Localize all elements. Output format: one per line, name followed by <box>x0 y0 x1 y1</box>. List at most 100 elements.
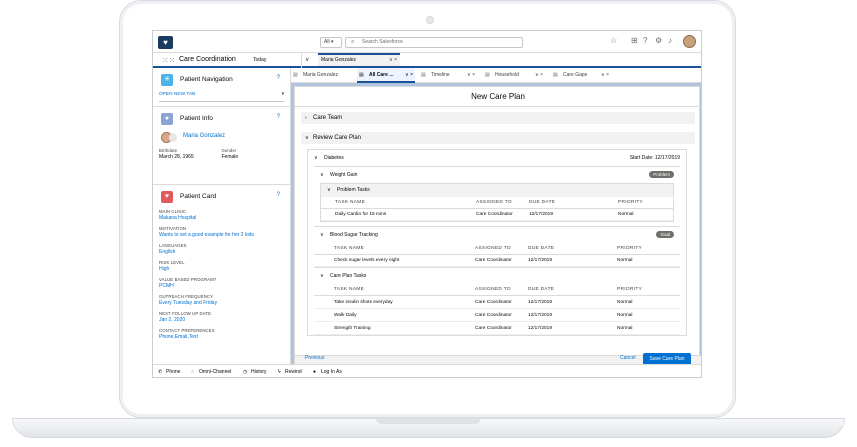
table-row[interactable]: Strength Training Care Coordinator 12/17… <box>314 322 680 335</box>
column-header: ASSIGNED TO <box>475 287 511 292</box>
section-review-care-plan[interactable]: ∨ Review Care Plan <box>301 132 695 144</box>
patient-photo-secondary <box>169 133 177 142</box>
card-title: Patient Navigation <box>180 76 233 83</box>
field-value-based-program: VALUE BASED PROGRAM? PCMH <box>159 277 284 289</box>
cancel-button[interactable]: Cancel <box>620 355 636 361</box>
nav-item-today[interactable]: Today <box>253 57 266 63</box>
close-icon[interactable]: ∨ × <box>389 55 397 66</box>
org-logo[interactable]: ♥ <box>158 36 173 49</box>
subtab-maria-gonzalez[interactable]: ▤ Maria Gonzalez <box>291 68 355 83</box>
cell-due-date: 12/17/2019 <box>528 326 553 331</box>
field-motivation: MOTIVATION Wants to set a good example f… <box>159 226 284 238</box>
field-value[interactable]: Makana Hospital <box>159 215 284 221</box>
field-value[interactable]: Jan 2, 2020 <box>159 317 284 323</box>
subtab-label: Timeline <box>431 72 450 78</box>
utility-bar: ✆ Phone ○ Omni-Channel ◷ History ϟ Rewin… <box>153 364 701 377</box>
field-contact-preferences: CONTACT PREFERENCES Phone,Email,Text <box>159 328 284 340</box>
table-row[interactable]: Check sugar levels every night Care Coor… <box>314 255 680 267</box>
table-row[interactable]: Take insulin shots everyday Care Coordin… <box>314 296 680 309</box>
diabetes-header[interactable]: ∨ Diabetes Start Date: 12/17/2019 <box>308 150 686 166</box>
field-value[interactable]: High <box>159 266 284 272</box>
status-badge: Problem <box>649 171 674 178</box>
modal-title: New Care Plan <box>295 87 701 107</box>
blood-sugar-header[interactable]: ∨ Blood Sugar Tracking Goal <box>314 227 680 243</box>
field-value[interactable]: Phone,Email,Text <box>159 334 284 340</box>
help-icon[interactable]: ? <box>643 36 647 45</box>
search-icon: ⌕ <box>351 39 355 45</box>
care-plan-tasks-header[interactable]: ∨ Care Plan Tasks <box>314 268 680 284</box>
field-label: MAIN CLINIC <box>159 209 187 214</box>
problem-diabetes: ∨ Diabetes Start Date: 12/17/2019 ∨ Weig… <box>307 149 687 336</box>
subtab-care-gaps[interactable]: ▤ Care Gaps ∨ × <box>551 68 611 83</box>
camera-dot <box>426 16 434 24</box>
column-header: PRIORITY <box>618 200 644 205</box>
bell-icon[interactable]: ♪ <box>668 36 672 45</box>
cell-assigned-to: Care Coordinator <box>476 212 513 217</box>
previous-button[interactable]: Previous <box>305 355 324 361</box>
weight-gain-header[interactable]: ∨ Weight Gain Problem <box>314 167 680 183</box>
add-icon[interactable]: ⊞ <box>631 36 638 45</box>
section-care-team[interactable]: › Care Team <box>301 112 695 124</box>
help-icon[interactable]: ? <box>277 192 280 198</box>
record-icon: ▤ <box>293 72 298 78</box>
field-value[interactable]: PCMH <box>159 283 284 289</box>
chevron-down-icon: ∨ <box>320 172 324 178</box>
patient-info-card: ● Patient Info ? Maria Gonzalez Birthdat… <box>153 107 290 185</box>
cell-assigned-to: Care Coordinator <box>475 313 512 318</box>
field-value[interactable]: Wants to set a good example for her 2 ki… <box>159 232 284 238</box>
app-launcher-icon[interactable]: ⁙⁙ <box>162 56 175 65</box>
column-header: ASSIGNED TO <box>476 200 512 205</box>
utility-log-in-as[interactable]: Log In As <box>321 369 342 375</box>
record-icon: ▤ <box>359 72 364 78</box>
chevron-down-icon[interactable]: ∨ <box>305 56 309 63</box>
cell-due-date: 12/17/2019 <box>528 300 553 305</box>
workspace-tab[interactable]: Maria Gonzalez ∨ × <box>318 53 400 66</box>
table-header: TASK NAME ASSIGNED TO DUE DATE PRIORITY <box>321 197 673 209</box>
search-scope-select[interactable]: All ▾ <box>320 37 342 48</box>
utility-history[interactable]: History <box>251 369 267 375</box>
table-row[interactable]: Daily Cardio for 15 mins Care Coordinato… <box>321 209 673 221</box>
utility-phone[interactable]: Phone <box>166 369 180 375</box>
new-care-plan-modal: New Care Plan › Care Team ∨ Review Care … <box>294 86 701 365</box>
item-label: Care Plan Tasks <box>330 273 367 279</box>
close-icon[interactable]: ∨ × <box>601 68 609 83</box>
rewind-icon: ϟ <box>278 369 281 375</box>
utility-rewind[interactable]: Rewind <box>285 369 302 375</box>
field-value[interactable]: Every Tuesday and Friday <box>159 300 284 306</box>
close-icon[interactable]: ∨ × <box>535 68 543 83</box>
chevron-down-icon: ∨ <box>320 273 324 279</box>
section-label: Review Care Plan <box>313 135 362 141</box>
help-icon[interactable]: ? <box>277 75 280 81</box>
avatar[interactable] <box>683 35 696 48</box>
subtab-household[interactable]: ▤ Household ∨ × <box>483 68 545 83</box>
problem-tasks-header[interactable]: ∨ Problem Tasks <box>321 184 673 197</box>
history-icon: ◷ <box>243 369 248 375</box>
utility-omni-channel[interactable]: Omni-Channel <box>199 369 231 375</box>
modal-body: › Care Team ∨ Review Care Plan ∨ Diabete… <box>301 109 695 354</box>
close-icon[interactable]: ∨ × <box>405 68 413 83</box>
close-icon[interactable]: ∨ × <box>467 68 475 83</box>
help-icon[interactable]: ? <box>277 114 280 120</box>
cell-priority: Normal <box>617 326 633 331</box>
gear-icon[interactable]: ⚙ <box>655 36 662 45</box>
field-risk-level: RISK LEVEL High <box>159 260 284 272</box>
column-header: PRIORITY <box>617 246 643 251</box>
section-label: Care Team <box>313 115 343 121</box>
field-main-clinic: MAIN CLINIC Makana Hospital <box>159 209 284 221</box>
item-label: Weight Gain <box>330 172 358 178</box>
cell-task-name: Walk Daily <box>334 313 357 318</box>
record-icon: ▤ <box>553 72 558 78</box>
field-value[interactable]: English <box>159 249 284 255</box>
subtab-all-care[interactable]: ▤ All Care ... ∨ × <box>357 68 415 83</box>
table-row[interactable]: Walk Daily Care Coordinator 12/17/2019 N… <box>314 309 680 322</box>
table-header: TASK NAME ASSIGNED TO DUE DATE PRIORITY <box>314 243 680 255</box>
problem-label: Diabetes <box>324 155 344 161</box>
subtab-timeline[interactable]: ▤ Timeline ∨ × <box>419 68 477 83</box>
search-input[interactable]: ⌕ Search Salesforce <box>345 37 523 48</box>
card-title: Patient Info <box>180 115 213 122</box>
open-new-tab-select[interactable]: OPEN NEW TAB ▾ <box>159 92 284 102</box>
blood-sugar-block: ∨ Blood Sugar Tracking Goal TASK NAME AS… <box>314 226 680 267</box>
chevron-down-icon: ∨ <box>314 155 318 161</box>
patient-name-link[interactable]: Maria Gonzalez <box>183 133 225 139</box>
favorites-icon[interactable]: ☆ <box>610 36 617 45</box>
